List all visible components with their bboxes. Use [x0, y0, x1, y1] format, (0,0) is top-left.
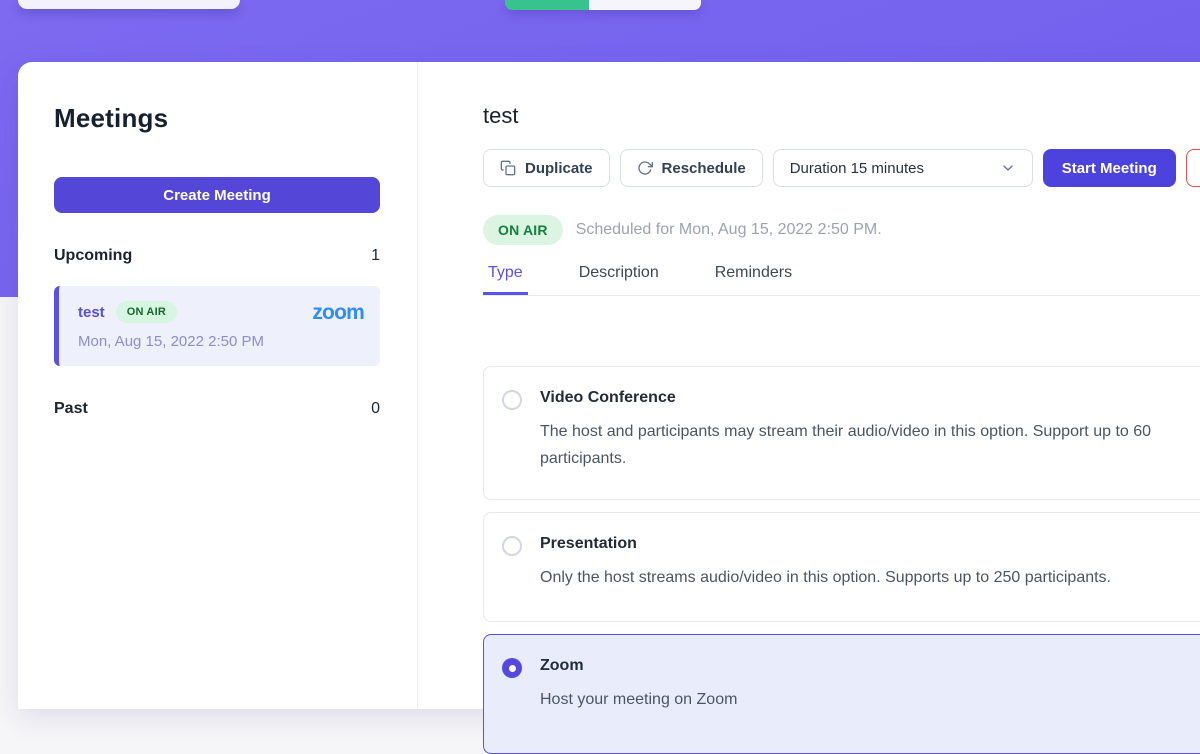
- radio-zoom[interactable]: [502, 658, 522, 678]
- option-video-conference[interactable]: Video Conference The host and participan…: [483, 366, 1200, 500]
- app-card: Meetings Create Meeting Upcoming 1 test …: [18, 62, 1200, 709]
- meeting-type-options: Video Conference The host and participan…: [483, 366, 1200, 754]
- create-meeting-button[interactable]: Create Meeting: [54, 177, 380, 213]
- status-row: ON AIR Scheduled for Mon, Aug 15, 2022 2…: [483, 215, 1200, 245]
- zoom-logo: zoom: [312, 302, 364, 323]
- scheduled-text: Scheduled for Mon, Aug 15, 2022 2:50 PM.: [576, 221, 882, 239]
- delete-meeting-button[interactable]: [1186, 149, 1200, 187]
- radio-presentation[interactable]: [502, 536, 522, 556]
- meeting-item-datetime: Mon, Aug 15, 2022 2:50 PM: [78, 333, 364, 350]
- duplicate-label: Duplicate: [525, 160, 593, 177]
- tab-type[interactable]: Type: [483, 264, 528, 295]
- option-presentation[interactable]: Presentation Only the host streams audio…: [483, 512, 1200, 622]
- on-air-badge: ON AIR: [116, 301, 177, 323]
- reschedule-label: Reschedule: [662, 160, 746, 177]
- tab-description[interactable]: Description: [574, 264, 664, 295]
- option-zoom-content: Zoom Host your meeting on Zoom: [540, 656, 737, 753]
- refresh-icon: [637, 160, 653, 176]
- tab-reminders[interactable]: Reminders: [710, 264, 797, 295]
- option-title: Zoom: [540, 657, 737, 675]
- start-meeting-button[interactable]: Start Meeting: [1043, 149, 1176, 187]
- on-air-status-badge: ON AIR: [483, 215, 563, 245]
- reschedule-button[interactable]: Reschedule: [620, 149, 763, 187]
- past-section-header: Past 0: [54, 400, 380, 418]
- meeting-toolbar: Duplicate Reschedule Duration 15 minutes: [483, 149, 1200, 187]
- duration-value: Duration 15 minutes: [790, 160, 924, 177]
- detail-tabs: Type Description Reminders: [483, 264, 1200, 296]
- option-description-line: participants.: [540, 445, 1151, 472]
- upcoming-count: 1: [371, 247, 380, 265]
- duplicate-button[interactable]: Duplicate: [483, 149, 610, 187]
- meeting-title: test: [483, 103, 1200, 129]
- option-presentation-content: Presentation Only the host streams audio…: [540, 534, 1111, 621]
- start-meeting-label: Start Meeting: [1062, 160, 1157, 177]
- option-video-conference-content: Video Conference The host and participan…: [540, 388, 1151, 499]
- option-zoom[interactable]: Zoom Host your meeting on Zoom: [483, 634, 1200, 754]
- past-label: Past: [54, 400, 88, 418]
- sidebar-title: Meetings: [54, 103, 380, 134]
- progress-bar-track: [589, 0, 701, 10]
- meeting-item-title: test: [78, 304, 105, 321]
- progress-bar-fill: [505, 0, 589, 10]
- option-title: Presentation: [540, 535, 1111, 553]
- option-description-line: The host and participants may stream the…: [540, 418, 1151, 445]
- upcoming-label: Upcoming: [54, 247, 132, 265]
- progress-bar: [505, 0, 701, 10]
- upcoming-section-header: Upcoming 1: [54, 247, 380, 265]
- duration-select[interactable]: Duration 15 minutes: [773, 149, 1033, 187]
- meeting-list-item[interactable]: test ON AIR zoom Mon, Aug 15, 2022 2:50 …: [54, 286, 380, 366]
- meetings-sidebar: Meetings Create Meeting Upcoming 1 test …: [18, 62, 418, 709]
- option-title: Video Conference: [540, 389, 1151, 407]
- scrolled-card-remnant: [18, 0, 240, 9]
- chevron-down-icon: [1000, 160, 1016, 176]
- past-count: 0: [371, 400, 380, 418]
- meeting-item-header: test ON AIR zoom: [78, 301, 364, 323]
- meeting-detail-pane: test Duplicate Reschedul: [418, 62, 1200, 709]
- option-description-line: Only the host streams audio/video in thi…: [540, 564, 1111, 591]
- copy-icon: [500, 160, 516, 176]
- radio-video-conference[interactable]: [502, 390, 522, 410]
